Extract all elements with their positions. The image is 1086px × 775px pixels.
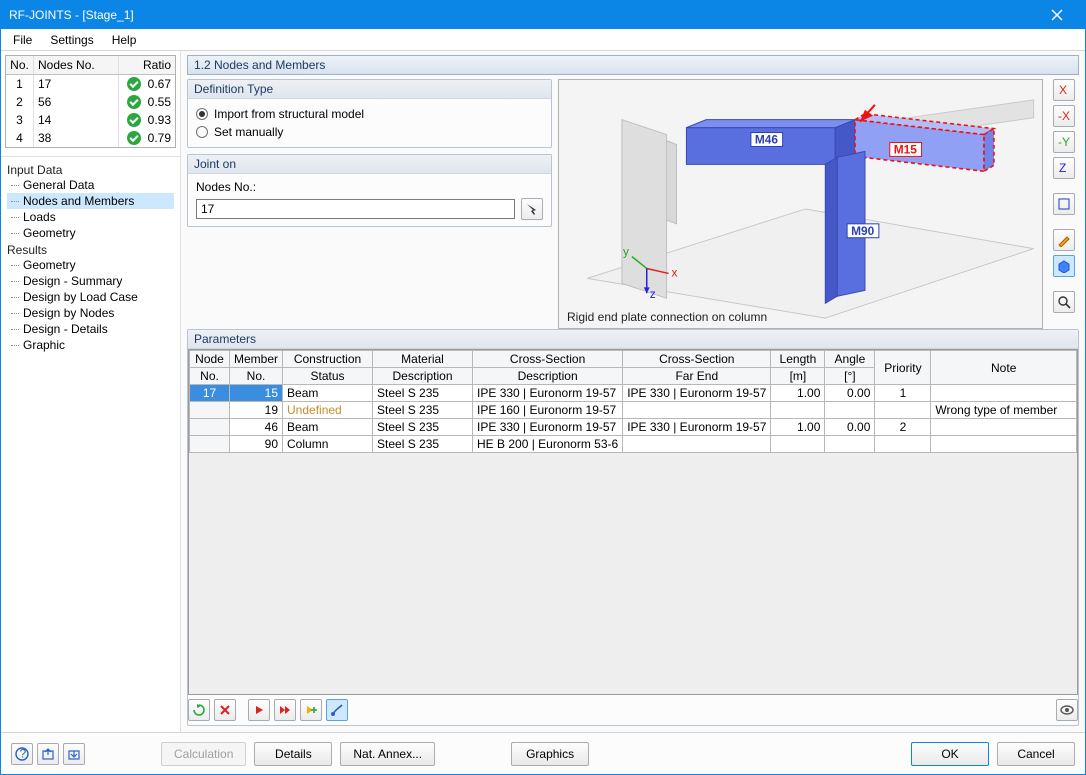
help-button[interactable]: ?	[11, 743, 33, 765]
delete-button[interactable]	[214, 699, 236, 721]
close-button[interactable]	[1037, 4, 1077, 26]
calculation-button[interactable]: Calculation	[161, 742, 246, 766]
title-bar: RF-JOINTS - [Stage_1]	[1, 1, 1085, 29]
svg-text:x: x	[672, 265, 678, 279]
svg-text:y: y	[623, 245, 629, 259]
cancel-button[interactable]: Cancel	[997, 742, 1075, 766]
check-ok-icon	[127, 131, 141, 145]
joint-on-group: Joint on Nodes No.:	[187, 154, 552, 227]
nat-annex-button[interactable]: Nat. Annex...	[340, 742, 435, 766]
view-iso-button[interactable]	[1053, 193, 1075, 215]
param-row[interactable]: 90 Column Steel S 235 HE B 200 | Euronor…	[190, 436, 1077, 453]
check-ok-icon	[127, 95, 141, 109]
view-neg-y-button[interactable]: -Y	[1053, 131, 1075, 153]
svg-text:Z: Z	[1059, 161, 1066, 175]
radio-manual[interactable]: Set manually	[196, 123, 543, 141]
svg-text:?: ?	[20, 747, 27, 761]
radio-import[interactable]: Import from structural model	[196, 105, 543, 123]
view-neg-x-button[interactable]: -X	[1053, 105, 1075, 127]
nodes-no-input[interactable]	[196, 199, 515, 219]
menu-file[interactable]: File	[5, 31, 40, 49]
table-row[interactable]: 4 38 0.79	[6, 129, 175, 147]
definition-type-title: Definition Type	[188, 80, 551, 99]
joint-list-table[interactable]: No. Nodes No. Ratio 1 17 0.67 2 56 0.55 …	[5, 55, 176, 148]
check-ok-icon	[127, 113, 141, 127]
parameters-grid[interactable]: Node Member Construction Material Cross-…	[188, 349, 1078, 695]
view-z-button[interactable]: Z	[1053, 157, 1075, 179]
right-pane: 1.2 Nodes and Members Definition Type Im…	[181, 51, 1085, 732]
param-row[interactable]: 46 Beam Steel S 235 IPE 330 | Euronorm 1…	[190, 419, 1077, 436]
definition-type-group: Definition Type Import from structural m…	[187, 79, 552, 148]
footer: ? Calculation Details Nat. Annex... Grap…	[1, 732, 1085, 774]
view-x-button[interactable]: X	[1053, 79, 1075, 101]
graphics-button[interactable]: Graphics	[511, 742, 589, 766]
tree-item-loads[interactable]: Loads	[7, 209, 174, 225]
parameters-title: Parameters	[188, 330, 1078, 349]
section-title: 1.2 Nodes and Members	[187, 55, 1079, 75]
joint-on-title: Joint on	[188, 155, 551, 174]
tree-item-geometry[interactable]: Geometry	[7, 225, 174, 241]
view-zoom-button[interactable]	[1053, 291, 1075, 313]
col-ratio: Ratio	[119, 56, 175, 74]
preview-caption: Rigid end plate connection on column	[565, 310, 769, 324]
left-pane: No. Nodes No. Ratio 1 17 0.67 2 56 0.55 …	[1, 51, 181, 732]
menu-settings[interactable]: Settings	[42, 31, 101, 49]
svg-text:z: z	[650, 287, 656, 301]
tree-item-graphic[interactable]: Graphic	[7, 337, 174, 353]
menu-bar: File Settings Help	[1, 29, 1085, 51]
col-no: No.	[6, 56, 34, 74]
radio-icon	[196, 126, 208, 138]
view-edit-button[interactable]	[1053, 229, 1075, 251]
param-row[interactable]: 19 Undefined Steel S 235 IPE 160 | Euron…	[190, 402, 1077, 419]
table-row[interactable]: 1 17 0.67	[6, 75, 175, 93]
tree-item-design-summary[interactable]: Design - Summary	[7, 273, 174, 289]
tree-item-design-by-nodes[interactable]: Design by Nodes	[7, 305, 174, 321]
add-plus-button[interactable]	[300, 699, 322, 721]
preview-3d[interactable]: M46 M15 M90 x y z Rigid end plate connec…	[558, 79, 1043, 329]
svg-text:X: X	[1059, 83, 1067, 97]
svg-text:-Y: -Y	[1058, 135, 1070, 149]
filter-brush-button[interactable]	[326, 699, 348, 721]
fastforward-button[interactable]	[274, 699, 296, 721]
tree-item-design-details[interactable]: Design - Details	[7, 321, 174, 337]
tree-group-results: Results	[7, 243, 174, 257]
refresh-button[interactable]	[188, 699, 210, 721]
table-row[interactable]: 3 14 0.93	[6, 111, 175, 129]
col-nodes: Nodes No.	[34, 56, 119, 74]
view-cube-button[interactable]	[1053, 255, 1075, 277]
menu-help[interactable]: Help	[104, 31, 145, 49]
tree-item-nodes-members[interactable]: Nodes and Members	[7, 193, 174, 209]
svg-text:M46: M46	[755, 132, 779, 146]
svg-text:M15: M15	[894, 142, 918, 156]
nodes-no-label: Nodes No.:	[196, 180, 543, 194]
tree-item-general-data[interactable]: General Data	[7, 177, 174, 193]
details-button[interactable]: Details	[254, 742, 332, 766]
pick-node-button[interactable]	[521, 198, 543, 220]
eye-button[interactable]	[1056, 699, 1078, 721]
radio-icon	[196, 108, 208, 120]
svg-text:-X: -X	[1058, 109, 1070, 123]
ok-button[interactable]: OK	[911, 742, 989, 766]
nav-tree[interactable]: Input Data General Data Nodes and Member…	[1, 156, 180, 732]
view-toolbar: X -X -Y Z	[1049, 79, 1079, 329]
tree-group-input: Input Data	[7, 163, 174, 177]
tree-item-results-geometry[interactable]: Geometry	[7, 257, 174, 273]
check-ok-icon	[127, 77, 141, 91]
next-button[interactable]	[248, 699, 270, 721]
svg-text:M90: M90	[851, 224, 875, 238]
tree-item-design-by-load-case[interactable]: Design by Load Case	[7, 289, 174, 305]
export-button[interactable]	[37, 743, 59, 765]
import-button[interactable]	[63, 743, 85, 765]
param-row[interactable]: 17 15 Beam Steel S 235 IPE 330 | Euronor…	[190, 385, 1077, 402]
table-row[interactable]: 2 56 0.55	[6, 93, 175, 111]
window-title: RF-JOINTS - [Stage_1]	[9, 8, 134, 22]
